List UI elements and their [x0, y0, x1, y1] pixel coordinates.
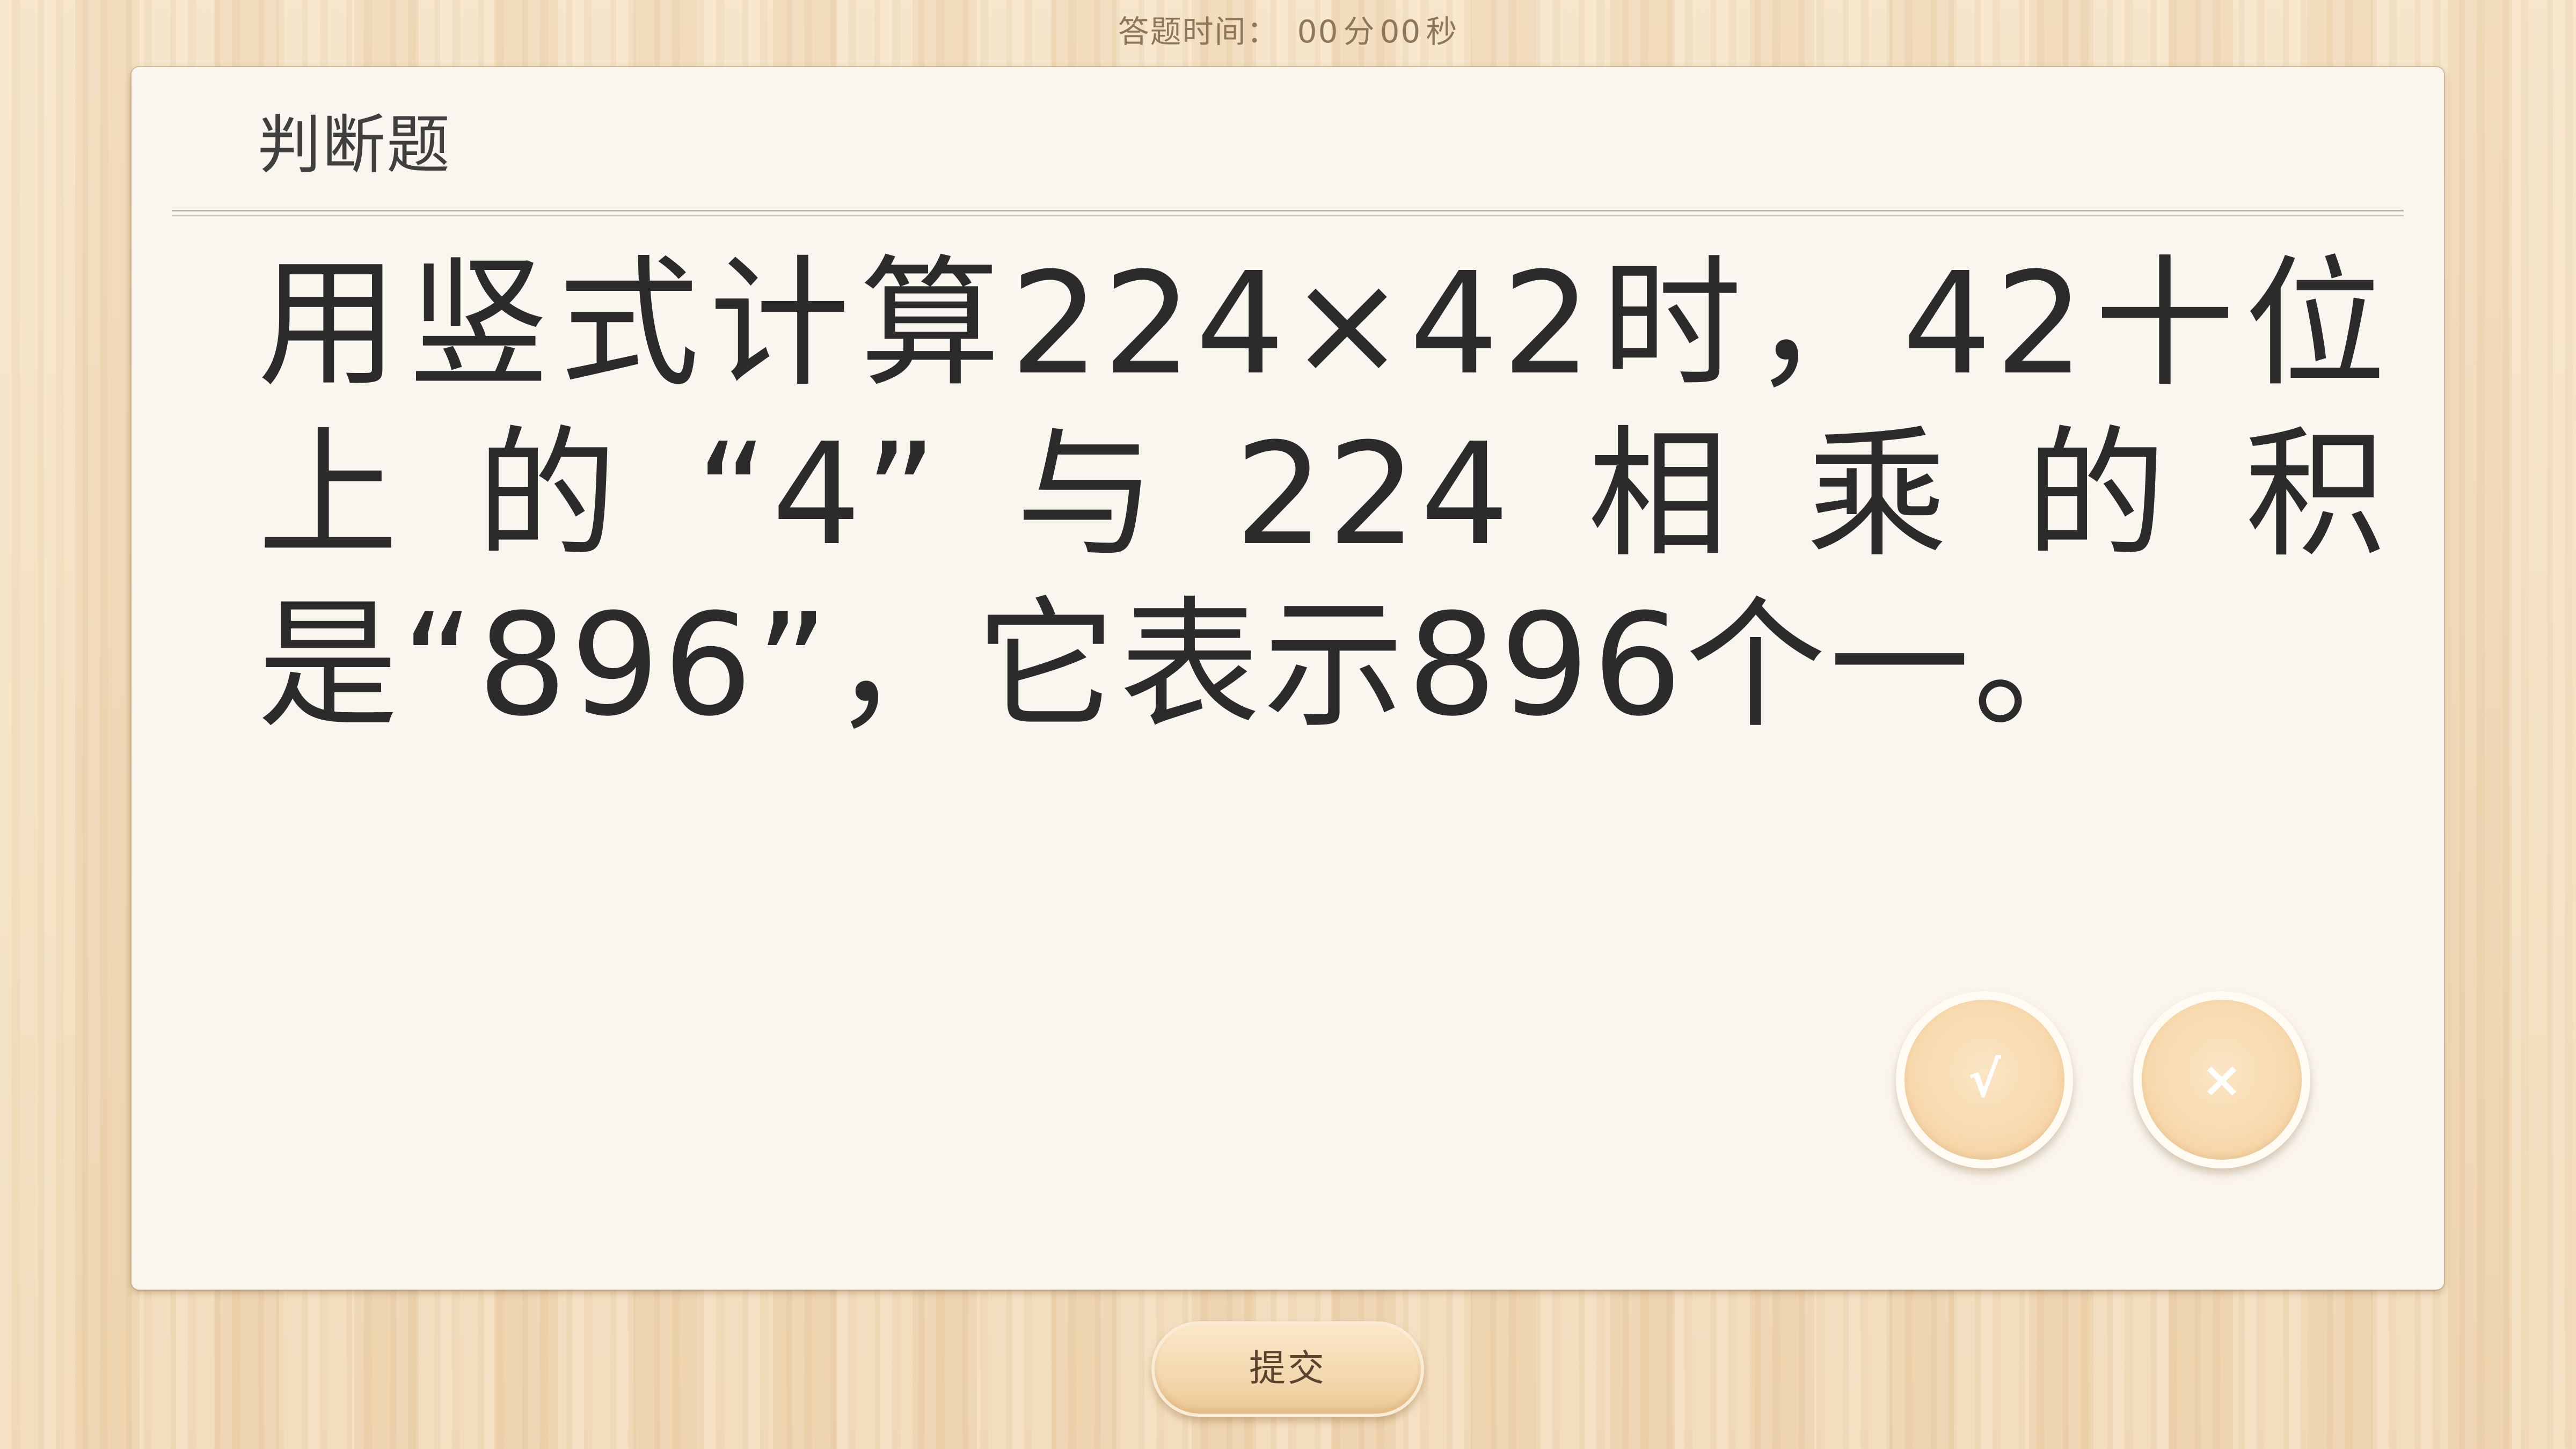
timer-label: 答题时间： [1118, 13, 1279, 50]
question-card: 判断题 用竖式计算224×42时，42十位上的“4”与224相乘的积是“896”… [132, 67, 2444, 1290]
timer-seconds: 00 [1380, 13, 1422, 50]
quiz-screen: { "timer": { "label": "答题时间：", "minutes"… [0, 0, 2576, 1449]
answer-true-button[interactable]: √ [1896, 991, 2073, 1168]
title-divider [172, 210, 2404, 216]
question-text: 用竖式计算224×42时，42十位上的“4”与224相乘的积是“896”，它表示… [258, 242, 2389, 747]
check-icon: √ [1968, 1051, 2001, 1108]
timer-minutes: 00 [1297, 13, 1339, 50]
answer-false-button[interactable]: × [2133, 991, 2310, 1168]
timer-seconds-unit: 秒 [1426, 13, 1458, 50]
submit-button[interactable]: 提交 [1151, 1321, 1424, 1417]
submit-button-label: 提交 [1249, 1348, 1326, 1390]
answer-timer: 答题时间： 00 分 00 秒 [0, 8, 2576, 56]
question-type-title: 判断题 [258, 108, 451, 182]
cross-icon: × [2201, 1051, 2243, 1108]
timer-minutes-unit: 分 [1343, 13, 1376, 50]
